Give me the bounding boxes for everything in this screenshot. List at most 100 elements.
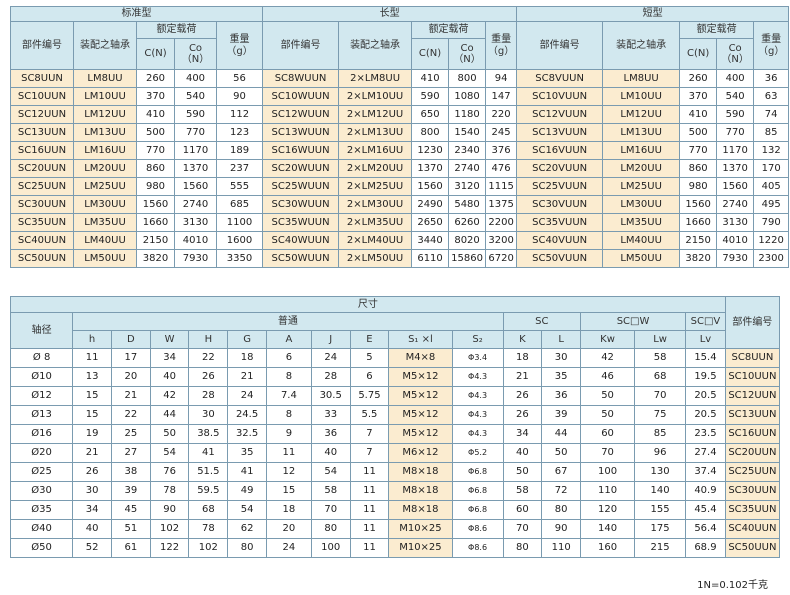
- table-row: SC8UUN LM8UU 260 400 56 SC8WUUN 2×LM8UU 410 800 9…: [10, 69, 790, 88]
- table-cell: LM25UU: [602, 177, 681, 196]
- table-cell: Φ6.8: [451, 481, 504, 501]
- table-cell: LM40UU: [602, 231, 681, 250]
- shaft-cell: Ø40: [9, 519, 74, 539]
- table-cell: 1560: [679, 195, 718, 214]
- table-cell: M6×12: [388, 443, 453, 463]
- table-cell: 80: [541, 500, 582, 520]
- table-cell: 3350: [215, 249, 264, 268]
- table-cell: 51.5: [188, 462, 229, 482]
- table-cell: 7930: [174, 249, 217, 268]
- table-cell: 56.4: [685, 519, 726, 539]
- part-no-cell: SC10UUN: [724, 367, 781, 387]
- table-cell: 2×LM35UU: [338, 213, 413, 232]
- part-no-cell: SC13UUN: [724, 405, 781, 425]
- table-cell: 15: [265, 481, 312, 501]
- table-cell: M8×18: [388, 462, 453, 482]
- table-cell: 2×LM12UU: [338, 105, 413, 124]
- table-cell: SC8VUUN: [516, 69, 604, 88]
- table-cell: 155: [634, 500, 687, 520]
- table-cell: 30: [541, 348, 582, 368]
- table-cell: 38.5: [188, 424, 229, 444]
- table-cell: 18: [502, 348, 543, 368]
- table-cell: 1180: [448, 105, 487, 124]
- header-bearing: 装配之轴承: [602, 21, 681, 70]
- part-no-cell: SC40UUN: [724, 519, 781, 539]
- table-cell: 18: [265, 500, 312, 520]
- table-cell: 800: [411, 123, 450, 142]
- table-row: SC13UUN LM13UU 500 770 123 SC13WUUN 2×LM13UU 80…: [10, 123, 790, 142]
- table-cell: M5×12: [388, 405, 453, 425]
- table-cell: Φ4.3: [451, 405, 504, 425]
- table-cell: 189: [215, 141, 264, 160]
- table-cell: 1220: [753, 231, 790, 250]
- table-cell: 62: [227, 519, 267, 539]
- table-cell: 590: [411, 87, 450, 106]
- table-cell: M4×8: [388, 348, 453, 368]
- table-cell: 35: [227, 443, 267, 463]
- table-cell: 21: [72, 443, 112, 463]
- table-cell: SC25UUN: [10, 177, 74, 196]
- table-cell: 70: [580, 443, 636, 463]
- table-cell: 2740: [174, 195, 217, 214]
- table-cell: SC50UUN: [10, 249, 74, 268]
- table-cell: 58: [502, 481, 543, 501]
- part-no-cell: SC16UUN: [724, 424, 781, 444]
- table-cell: 1080: [448, 87, 487, 106]
- table-cell: 20.5: [685, 386, 726, 406]
- header-c: C(N): [411, 38, 450, 70]
- table-cell: SC30VUUN: [516, 195, 604, 214]
- group-short: 短型: [516, 6, 790, 22]
- table-cell: 4010: [716, 231, 755, 250]
- shaft-cell: Ø 8: [9, 348, 74, 368]
- table-cell: SC10VUUN: [516, 87, 604, 106]
- table-cell: Φ3.4: [451, 348, 504, 368]
- table-cell: 35: [541, 367, 582, 387]
- header-rated-load: 额定载荷: [411, 21, 487, 39]
- table-cell: 78: [188, 519, 229, 539]
- table-cell: M8×18: [388, 481, 453, 501]
- table-cell: 90: [541, 519, 582, 539]
- group-standard: 标准型: [9, 6, 264, 22]
- table-row: SC50UUN LM50UU 3820 7930 3350 SC50WUUN 2×LM50U…: [10, 249, 790, 268]
- table-cell: 110: [580, 481, 636, 501]
- header-shaft: 轴径: [9, 312, 74, 349]
- table-cell: 7: [349, 424, 390, 444]
- table-cell: LM12UU: [73, 105, 137, 124]
- table-cell: 1560: [174, 177, 217, 196]
- table-cell: SC13VUUN: [516, 123, 604, 142]
- table-cell: 94: [485, 69, 518, 88]
- table-cell: 60: [580, 424, 636, 444]
- table-cell: 42: [580, 348, 636, 368]
- table-cell: 590: [174, 105, 217, 124]
- table-cell: 6: [265, 348, 312, 368]
- table-cell: M8×18: [388, 500, 453, 520]
- table-cell: 790: [753, 213, 790, 232]
- part-no-cell: SC8UUN: [724, 348, 781, 368]
- table-cell: 770: [136, 141, 175, 160]
- table-cell: 50: [149, 424, 190, 444]
- table-cell: 26: [188, 367, 229, 387]
- part-no-cell: SC12UUN: [724, 386, 781, 406]
- header-common: 普通: [72, 312, 504, 331]
- table-cell: 770: [679, 141, 718, 160]
- table-cell: 2×LM30UU: [338, 195, 413, 214]
- table-cell: 540: [716, 87, 755, 106]
- table-cell: 19: [72, 424, 112, 444]
- header-col-4: G: [227, 330, 267, 349]
- table-cell: 1170: [716, 141, 755, 160]
- table-cell: 54: [149, 443, 190, 463]
- table-cell: 495: [753, 195, 790, 214]
- table-cell: LM50UU: [602, 249, 681, 268]
- table-cell: 50: [580, 405, 636, 425]
- table-cell: 102: [188, 538, 229, 558]
- table-cell: 37.4: [685, 462, 726, 482]
- header-col-5: A: [265, 330, 312, 349]
- table-cell: Φ6.8: [451, 462, 504, 482]
- table-cell: 1560: [136, 195, 175, 214]
- table-cell: LM30UU: [73, 195, 137, 214]
- table-row: SC40UUN LM40UU 2150 4010 1600 SC40WUUN 2×LM40U…: [10, 231, 790, 250]
- table-cell: 405: [753, 177, 790, 196]
- header-part-no: 部件编号: [262, 21, 340, 70]
- part-no-cell: SC50UUN: [724, 538, 781, 558]
- table-cell: 400: [174, 69, 217, 88]
